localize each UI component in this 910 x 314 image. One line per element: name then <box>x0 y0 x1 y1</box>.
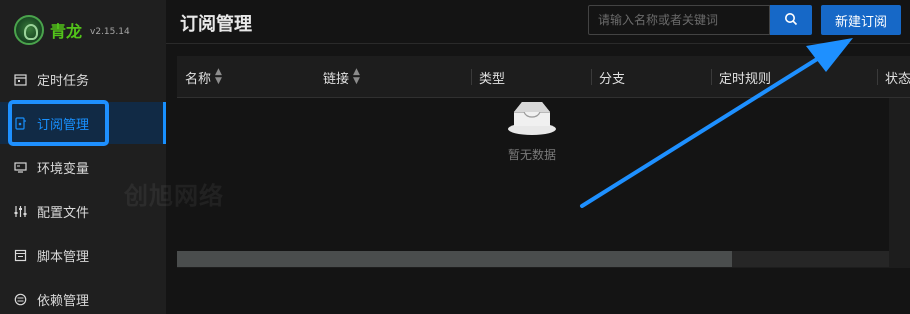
annotation-arrow <box>580 38 853 208</box>
